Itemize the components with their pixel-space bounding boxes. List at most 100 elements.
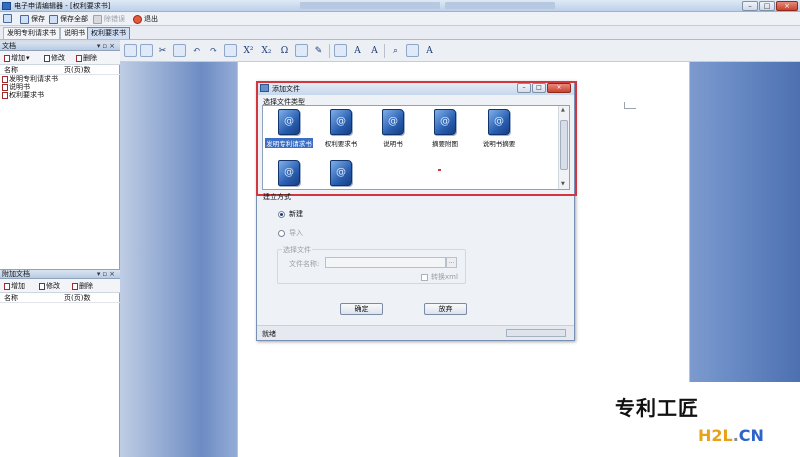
save-icon	[20, 14, 29, 24]
delete-attachment-button[interactable]: 删除	[72, 281, 93, 291]
file-name-label: 文件名称:	[289, 260, 320, 268]
mode-new-label: 新建	[289, 210, 303, 218]
background-window-title	[300, 2, 440, 9]
attachments-columns: 名称 页(页)数	[0, 294, 120, 303]
edit-document-button[interactable]: 修改	[44, 53, 65, 63]
choose-file-legend: 选择文件	[282, 245, 312, 255]
document-icon	[2, 75, 8, 83]
cancel-button[interactable]: 放弃	[424, 303, 467, 315]
superscript-icon[interactable]: X²	[242, 44, 255, 57]
font-settings-icon[interactable]: A	[423, 44, 436, 57]
panel-controls[interactable]: ▾▫×	[97, 42, 117, 51]
column-name[interactable]: 名称	[0, 66, 60, 74]
quick-toolbar: 保存 保存全部 除错误 退出	[0, 12, 800, 26]
zoom-icon[interactable]: ⌕	[389, 44, 402, 57]
attachments-toolbar: 增加 修改 删除	[0, 279, 120, 293]
edit-icon	[39, 282, 45, 290]
exit-icon	[133, 14, 142, 24]
attachments-panel-title: 附加文档	[2, 270, 30, 278]
delete-icon	[76, 54, 82, 62]
tab-request[interactable]: 发明专利请求书	[3, 27, 60, 39]
frame-icon[interactable]	[334, 44, 347, 57]
dialog-status-bar: 就绪	[257, 325, 574, 340]
save-label: 保存	[31, 15, 45, 23]
maximize-button[interactable]: □	[759, 1, 775, 11]
watermark-site: H2L.CN	[698, 426, 764, 445]
mode-import-radio[interactable]: 导入	[278, 228, 303, 238]
minimize-button[interactable]: –	[742, 1, 758, 11]
checkbox-icon	[421, 273, 428, 281]
convert-xml-checkbox[interactable]: 转换xml	[421, 272, 458, 282]
delete-label: 删除	[79, 282, 93, 290]
list-item[interactable]: 说明书	[2, 83, 58, 91]
tool-icon[interactable]: ✎	[312, 44, 325, 57]
close-button[interactable]: ×	[776, 1, 798, 11]
window-title: 电子申请编辑器 - [权利要求书]	[14, 2, 111, 10]
tab-description[interactable]: 说明书	[60, 27, 89, 39]
column-pages[interactable]: 页(页)数	[60, 66, 90, 74]
list-item-label: 说明书	[9, 83, 30, 91]
save-all-icon	[49, 14, 58, 24]
list-item-label: 权利要求书	[9, 91, 44, 99]
add-label: 增加	[11, 282, 25, 290]
radio-selected-icon	[278, 210, 285, 218]
print-icon[interactable]	[406, 44, 419, 57]
mode-new-radio[interactable]: 新建	[278, 209, 303, 219]
ok-button[interactable]: 确定	[340, 303, 383, 315]
image-icon[interactable]	[295, 44, 308, 57]
file-name-input[interactable]	[325, 257, 446, 268]
page-guide	[624, 108, 636, 109]
mode-import-label: 导入	[289, 229, 303, 237]
background-window-title	[445, 2, 555, 9]
font-a-plus-icon[interactable]: A	[368, 44, 381, 57]
format-icon[interactable]	[140, 44, 153, 57]
tab-claims[interactable]: 权利要求书	[87, 27, 130, 39]
delete-icon	[72, 282, 78, 290]
edit-label: 修改	[51, 54, 65, 62]
convert-xml-label: 转换xml	[431, 273, 458, 281]
edit-label: 修改	[46, 282, 60, 290]
save-all-button[interactable]: 保存全部	[49, 14, 88, 24]
toolbar-separator	[329, 44, 330, 58]
browse-button[interactable]: ...	[446, 257, 457, 268]
app-menu-icon[interactable]	[3, 14, 12, 23]
list-item[interactable]: 权利要求书	[2, 91, 58, 99]
exit-button[interactable]: 退出	[133, 14, 158, 24]
edit-attachment-button[interactable]: 修改	[39, 281, 60, 291]
toolbar-separator	[384, 44, 385, 58]
signature-icon	[93, 14, 102, 24]
list-item-label: 发明专利请求书	[9, 75, 58, 83]
insert-table-icon[interactable]	[224, 44, 237, 57]
editor-toolbar: ✂ ↶ ↷ X² X₂ Ω ✎ A A ⌕ A	[120, 40, 800, 62]
column-name[interactable]: 名称	[0, 294, 60, 302]
delete-document-button[interactable]: 删除	[76, 53, 97, 63]
column-pages[interactable]: 页(页)数	[60, 294, 90, 302]
documents-panel-header: 文档 ▾▫×	[0, 42, 120, 51]
document-icon	[2, 83, 8, 91]
documents-panel-title: 文档	[2, 42, 16, 50]
save-all-label: 保存全部	[60, 15, 88, 23]
omega-icon[interactable]: Ω	[278, 44, 291, 57]
radio-icon	[278, 229, 285, 237]
layout-icon[interactable]	[124, 44, 137, 57]
signature-label: 除错误	[104, 15, 125, 23]
add-document-button[interactable]: 增加 ▾	[4, 53, 30, 63]
add-label: 增加	[11, 54, 25, 62]
list-item[interactable]: 发明专利请求书	[2, 75, 58, 83]
signature-button[interactable]: 除错误	[93, 14, 125, 24]
documents-list: 发明专利请求书 说明书 权利要求书	[2, 75, 58, 99]
attachments-panel: 附加文档 ▾▫× 增加 修改 删除 名称 页(页)数	[0, 269, 120, 457]
subscript-icon[interactable]: X₂	[260, 44, 273, 57]
add-icon	[4, 282, 10, 290]
panel-controls[interactable]: ▾▫×	[97, 270, 117, 279]
save-button[interactable]: 保存	[20, 14, 45, 24]
cut-icon[interactable]: ✂	[156, 44, 169, 57]
add-attachment-button[interactable]: 增加	[4, 281, 25, 291]
copy-icon[interactable]	[173, 44, 186, 57]
status-progress	[506, 329, 566, 337]
font-a-icon[interactable]: A	[351, 44, 364, 57]
document-icon	[2, 91, 8, 99]
undo-icon[interactable]: ↶	[190, 44, 203, 57]
exit-label: 退出	[144, 15, 158, 23]
redo-icon[interactable]: ↷	[207, 44, 220, 57]
